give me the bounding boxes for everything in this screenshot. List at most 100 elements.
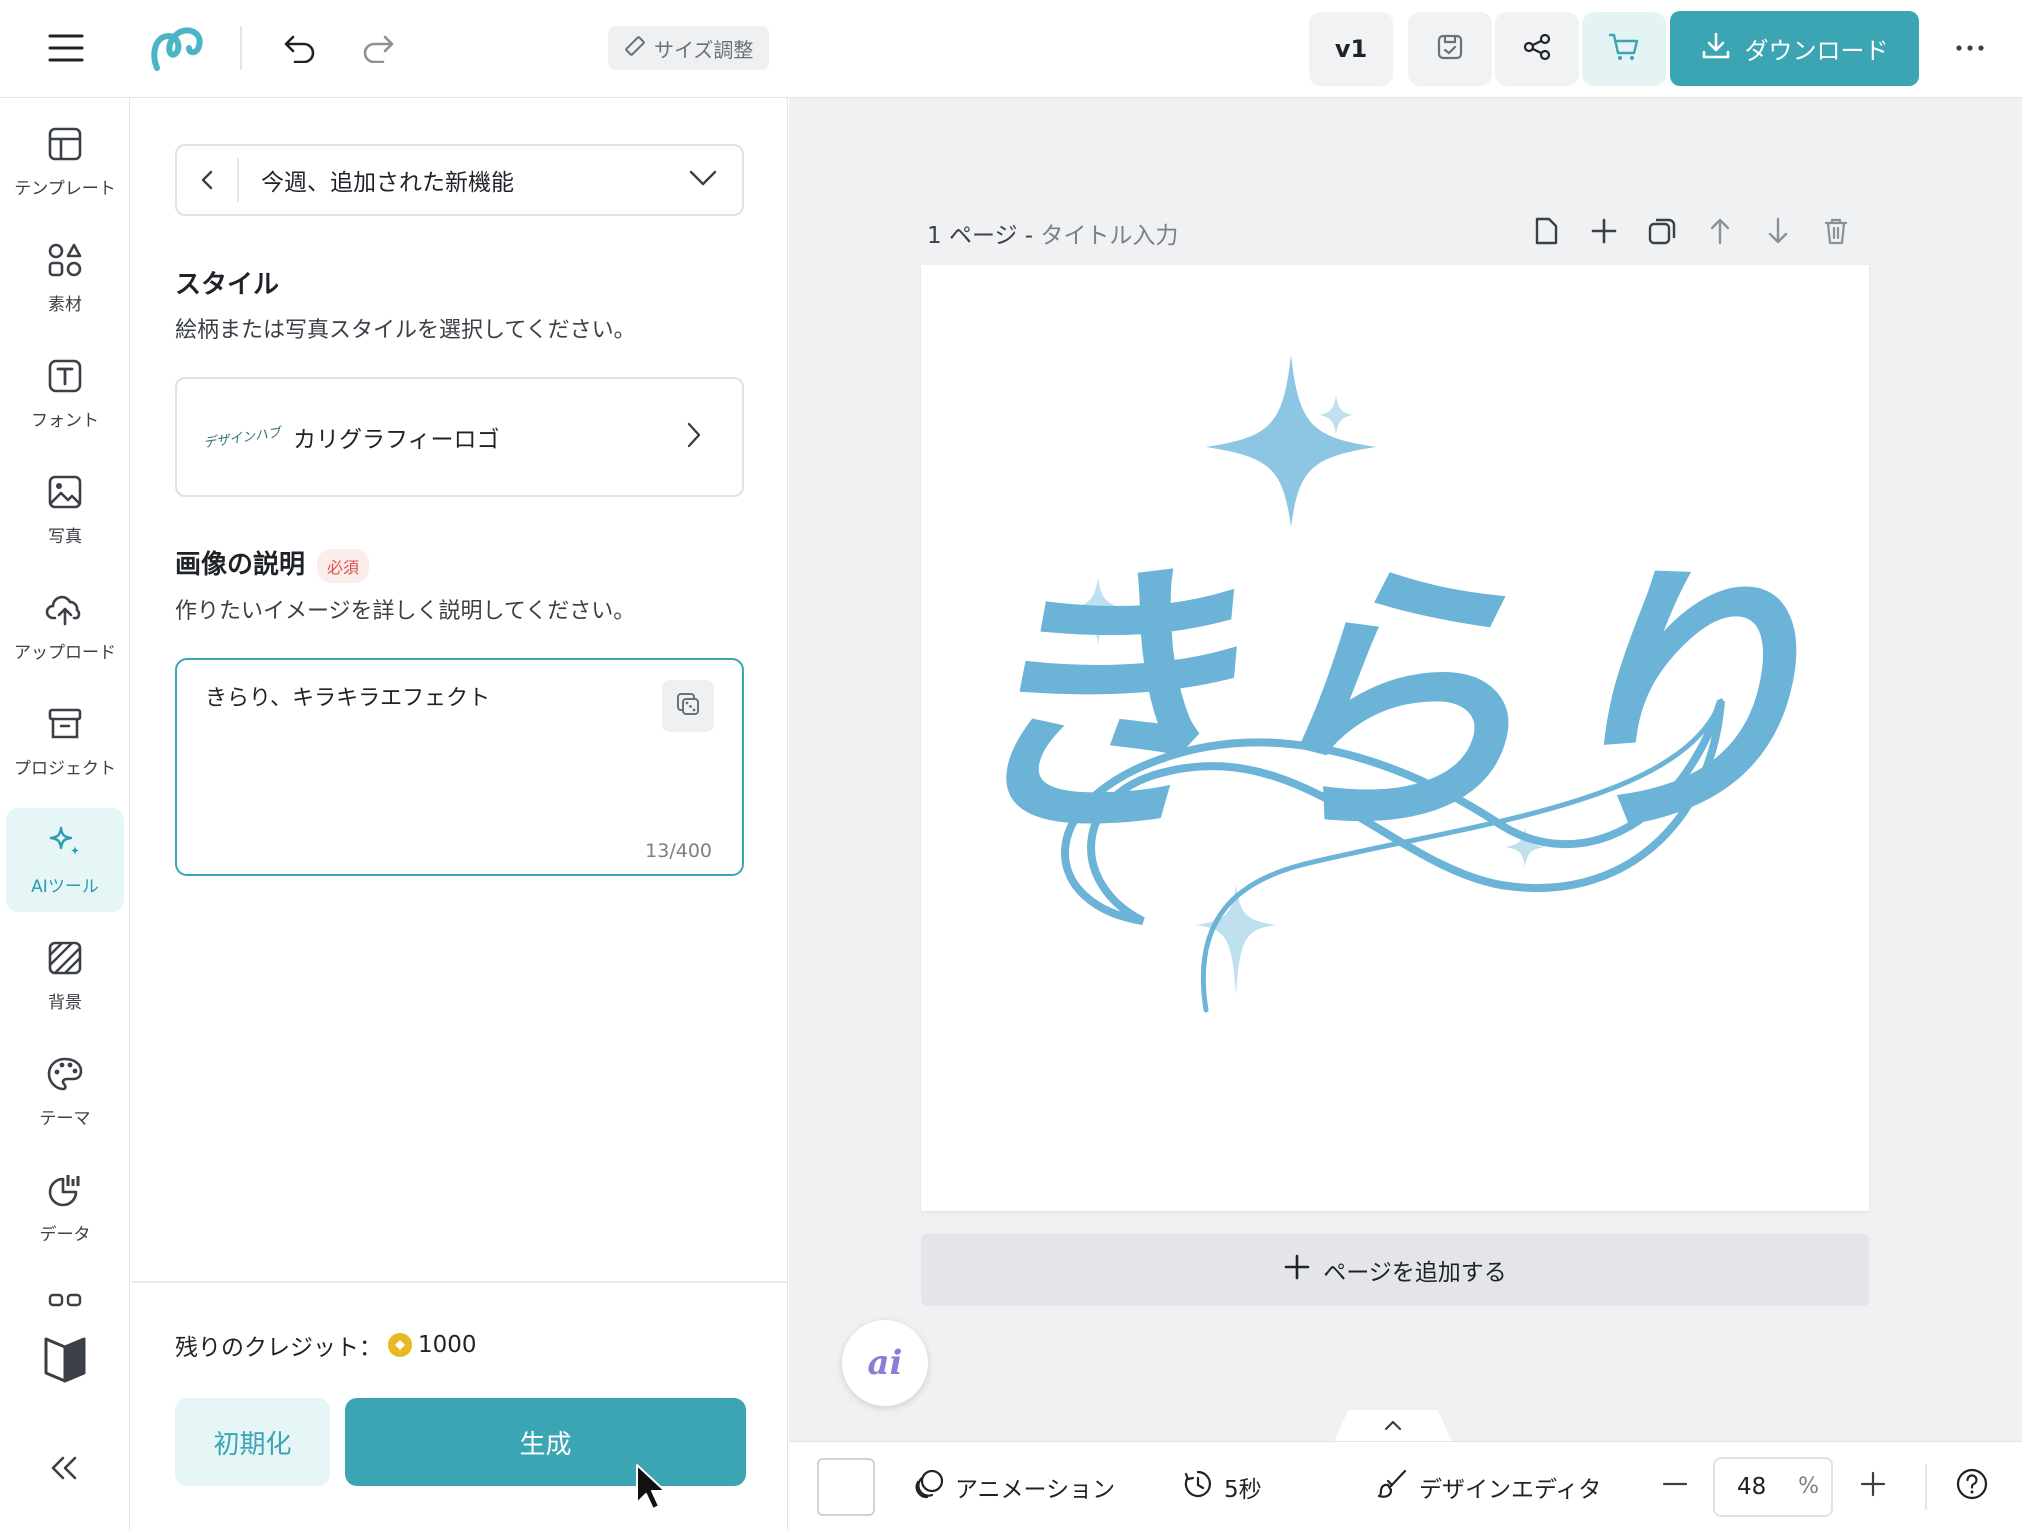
page-title[interactable]: 1 ページ - タイトル入力 <box>927 216 1178 250</box>
rail-item-background[interactable]: 背景 <box>6 924 124 1028</box>
description-textarea[interactable]: きらり、キラキラエフェクト 13/400 <box>175 658 744 876</box>
page-title-placeholder: タイトル入力 <box>1040 223 1179 249</box>
help-button[interactable] <box>1955 1442 1989 1530</box>
rail-item-project[interactable]: プロジェクト <box>6 690 124 794</box>
more-tools-icon[interactable] <box>46 1286 84 1316</box>
rail-item-label: データ <box>39 1224 91 1245</box>
mouse-cursor-icon <box>634 1463 668 1515</box>
design-editor-button[interactable]: デザインエディタ <box>1377 1442 1601 1530</box>
zoom-unit: % <box>1798 1474 1819 1499</box>
coin-icon <box>388 1333 412 1357</box>
rail-item-ai-tools[interactable]: AIツール <box>6 808 124 912</box>
animation-icon <box>913 1468 945 1506</box>
expand-pages-tab[interactable] <box>1334 1410 1452 1442</box>
save-icon <box>1434 31 1466 67</box>
add-page-label: ページを追加する <box>1323 1260 1507 1286</box>
feature-selector-label: 今週、追加された新機能 <box>261 170 514 196</box>
background-color-swatch[interactable] <box>817 1442 875 1530</box>
help-icon <box>1955 1467 1989 1507</box>
collapse-rail-icon[interactable] <box>46 1450 82 1486</box>
add-page-button[interactable]: ページを追加する <box>921 1234 1869 1306</box>
divider <box>1925 1464 1927 1510</box>
rail-item-label: アップロード <box>14 642 116 663</box>
chevron-down-icon <box>688 169 718 191</box>
description-subtext: 作りたいイメージを詳しく説明してください。 <box>175 599 636 624</box>
rail-item-data[interactable]: データ <box>6 1156 124 1260</box>
add-icon[interactable] <box>1587 214 1621 248</box>
bottom-bar: アニメーション 5秒 デザインエディタ 48 % <box>789 1441 2022 1530</box>
rail-item-label: テンプレート <box>14 178 116 199</box>
credits-label: 残りのクレジット： <box>175 1335 382 1361</box>
dice-icon <box>675 691 701 721</box>
beginner-mark-icon[interactable] <box>42 1334 88 1384</box>
cart-button[interactable] <box>1582 12 1666 86</box>
rail-item-template[interactable]: テンプレート <box>6 110 124 214</box>
canvas-area: 1 ページ - タイトル入力 きらり ページを追加する ai <box>789 98 2022 1442</box>
animation-button[interactable]: アニメーション <box>913 1442 1115 1530</box>
back-chevron-icon[interactable] <box>177 158 239 202</box>
version-label: v1 <box>1334 35 1368 63</box>
ai-assistant-button[interactable]: ai <box>842 1320 928 1406</box>
zoom-in-button[interactable] <box>1859 1442 1887 1530</box>
palette-icon <box>46 1056 84 1096</box>
more-options-icon[interactable] <box>1950 30 1990 66</box>
left-rail: テンプレート 素材 フォント 写真 アップロード プロジェクト AIツール 背景… <box>0 98 130 1530</box>
hamburger-menu-icon[interactable] <box>44 28 88 68</box>
font-icon <box>47 358 83 398</box>
app-logo[interactable] <box>148 22 210 74</box>
template-icon <box>47 126 83 166</box>
duration-button[interactable]: 5秒 <box>1182 1442 1262 1530</box>
version-button[interactable]: v1 <box>1309 12 1393 86</box>
cart-icon <box>1607 31 1641 67</box>
download-button[interactable]: ダウンロード <box>1670 11 1919 86</box>
rail-item-upload[interactable]: アップロード <box>6 574 124 678</box>
style-heading: スタイル <box>175 270 280 300</box>
rail-item-label: フォント <box>31 410 99 431</box>
style-thumbnail: デザインハブ <box>202 425 282 451</box>
move-up-icon[interactable] <box>1703 214 1737 248</box>
project-icon <box>47 706 83 746</box>
character-count: 13/400 <box>645 840 712 862</box>
duplicate-icon[interactable] <box>1645 214 1679 248</box>
upload-icon <box>45 590 85 630</box>
design-editor-label: デザインエディタ <box>1419 1476 1602 1503</box>
rail-item-label: テーマ <box>39 1108 91 1129</box>
zoom-input[interactable]: 48 % <box>1713 1456 1833 1517</box>
rail-item-font[interactable]: フォント <box>6 342 124 446</box>
data-icon <box>47 1172 83 1212</box>
save-button[interactable] <box>1408 12 1492 86</box>
calligraphy-artwork: きらり <box>948 355 1818 1013</box>
page-number: 1 ページ - <box>927 223 1041 249</box>
share-icon <box>1521 31 1553 67</box>
download-icon <box>1701 31 1731 67</box>
rail-item-label: 背景 <box>48 992 82 1013</box>
move-down-icon[interactable] <box>1761 214 1795 248</box>
undo-icon[interactable] <box>280 28 320 68</box>
credits-display: 残りのクレジット： 1000 <box>175 1328 477 1362</box>
rail-item-elements[interactable]: 素材 <box>6 226 124 330</box>
timer-icon <box>1182 1468 1214 1506</box>
page-settings-icon[interactable] <box>1529 214 1563 248</box>
feature-selector[interactable]: 今週、追加された新機能 <box>175 144 744 216</box>
required-badge: 必須 <box>317 548 370 583</box>
rail-item-photo[interactable]: 写真 <box>6 458 124 562</box>
redo-icon[interactable] <box>358 28 398 68</box>
rail-item-theme[interactable]: テーマ <box>6 1040 124 1144</box>
style-selector[interactable]: デザインハブ カリグラフィーロゴ <box>175 377 744 497</box>
zoom-control[interactable]: 48 % <box>1713 1442 1833 1530</box>
color-swatch <box>817 1457 875 1516</box>
design-page[interactable]: きらり <box>921 265 1869 1211</box>
rail-item-label: プロジェクト <box>14 758 116 779</box>
generate-button[interactable]: 生成 <box>345 1398 746 1486</box>
background-icon <box>47 940 83 980</box>
zoom-out-button[interactable] <box>1661 1442 1689 1530</box>
ruler-icon <box>624 35 646 62</box>
reset-button[interactable]: 初期化 <box>175 1398 330 1486</box>
description-value: きらり、キラキラエフェクト <box>205 686 491 711</box>
share-button[interactable] <box>1495 12 1579 86</box>
trash-icon[interactable] <box>1819 214 1853 248</box>
resize-button[interactable]: サイズ調整 <box>608 26 770 70</box>
random-prompt-button[interactable] <box>662 680 714 732</box>
photo-icon <box>47 474 83 514</box>
brush-icon <box>1377 1468 1409 1506</box>
